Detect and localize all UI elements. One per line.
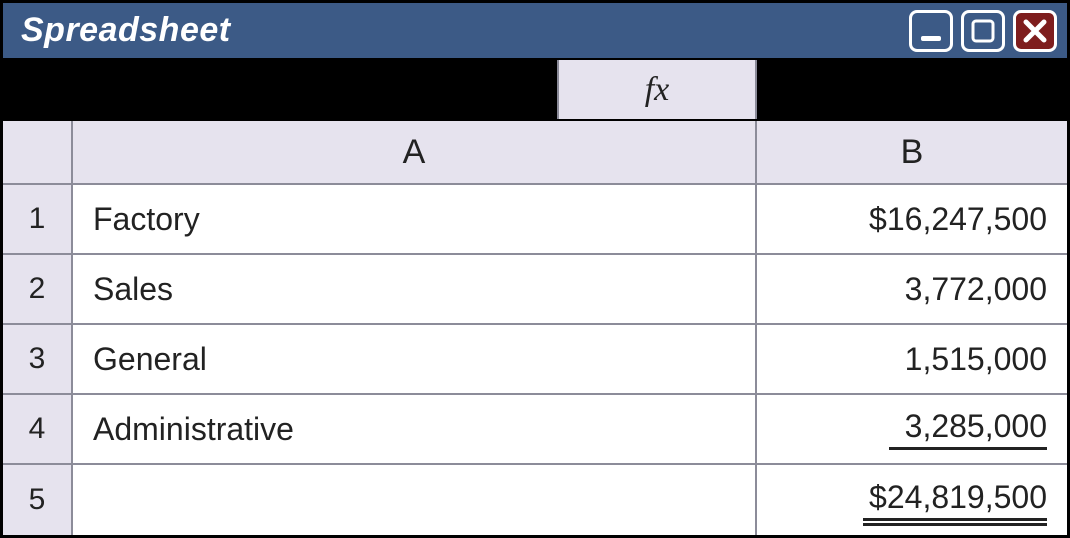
maximize-icon — [970, 18, 996, 44]
cell-value: General — [93, 341, 207, 378]
close-icon — [1022, 18, 1048, 44]
cell-value: Administrative — [93, 411, 294, 448]
select-all-corner[interactable] — [3, 121, 73, 185]
spreadsheet-window: Spreadsheet fx — [0, 0, 1070, 538]
cell-value: Factory — [93, 201, 200, 238]
cell-a1[interactable]: Factory — [73, 185, 757, 255]
close-button[interactable] — [1013, 10, 1057, 52]
minimize-icon — [918, 18, 944, 44]
formula-bar: fx — [3, 60, 1067, 121]
name-box[interactable] — [3, 60, 557, 119]
cell-a2[interactable]: Sales — [73, 255, 757, 325]
cell-value: $16,247,500 — [869, 201, 1047, 238]
row-header-5[interactable]: 5 — [3, 465, 73, 535]
cell-b4[interactable]: 3,285,000 — [757, 395, 1067, 465]
formula-input[interactable] — [757, 60, 1067, 119]
cell-b3[interactable]: 1,515,000 — [757, 325, 1067, 395]
cell-value: 1,515,000 — [905, 341, 1047, 378]
cell-a5[interactable] — [73, 465, 757, 535]
cell-value: 3,772,000 — [905, 271, 1047, 308]
window-buttons — [909, 10, 1057, 52]
row-header-1[interactable]: 1 — [3, 185, 73, 255]
window-title: Spreadsheet — [21, 11, 231, 50]
cell-a4[interactable]: Administrative — [73, 395, 757, 465]
cell-value: 3,285,000 — [889, 408, 1047, 450]
cell-value: $24,819,500 — [863, 479, 1047, 521]
row-header-4[interactable]: 4 — [3, 395, 73, 465]
fx-label: fx — [645, 71, 670, 109]
maximize-button[interactable] — [961, 10, 1005, 52]
minimize-button[interactable] — [909, 10, 953, 52]
cell-b2[interactable]: 3,772,000 — [757, 255, 1067, 325]
row-header-2[interactable]: 2 — [3, 255, 73, 325]
row-header-3[interactable]: 3 — [3, 325, 73, 395]
spreadsheet-grid: A B 1 Factory $16,247,500 2 Sales 3,772,… — [3, 121, 1067, 535]
cell-b5[interactable]: $24,819,500 — [757, 465, 1067, 535]
cell-a3[interactable]: General — [73, 325, 757, 395]
cell-b1[interactable]: $16,247,500 — [757, 185, 1067, 255]
cell-value: Sales — [93, 271, 173, 308]
col-header-b[interactable]: B — [757, 121, 1067, 185]
col-header-a[interactable]: A — [73, 121, 757, 185]
titlebar: Spreadsheet — [3, 3, 1067, 60]
fx-button[interactable]: fx — [557, 60, 757, 119]
